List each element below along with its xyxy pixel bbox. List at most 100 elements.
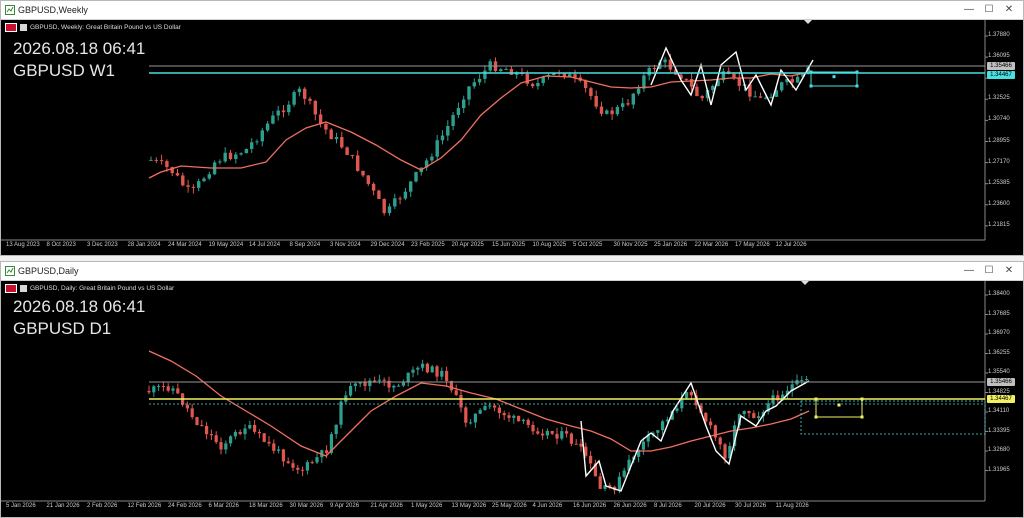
chart-window-icon xyxy=(5,266,15,276)
candle-body xyxy=(325,450,329,453)
date-tick-label: 16 Jun 2026 xyxy=(573,503,607,509)
date-tick-label: 8 Jul 2026 xyxy=(654,503,682,509)
candle-body xyxy=(647,68,651,76)
candle-body xyxy=(175,173,180,176)
daily-symbol-info: GBPUSD, Daily: Great Britain Pound vs US… xyxy=(5,284,174,293)
moving-average-line xyxy=(148,71,810,179)
candle-body xyxy=(353,383,357,387)
candle-body xyxy=(445,370,449,381)
candle-body xyxy=(790,79,794,83)
candle-body xyxy=(718,437,722,445)
candle-body xyxy=(574,443,578,445)
price-tick-label: 1.30740 xyxy=(988,116,1010,123)
candle-body xyxy=(401,382,405,386)
candle-body xyxy=(345,147,349,155)
close-button[interactable]: ✕ xyxy=(1001,3,1017,17)
weekly-price-plot[interactable] xyxy=(1,20,1023,255)
price-tick-label: 1.36255 xyxy=(988,349,1010,356)
candle-body xyxy=(382,198,386,214)
candle-body xyxy=(521,419,525,422)
candle-body xyxy=(234,154,238,160)
candle-body xyxy=(267,441,271,444)
candle-body xyxy=(414,172,418,182)
candle-body xyxy=(483,406,487,410)
candle-body xyxy=(599,106,604,114)
candle-body xyxy=(191,186,196,188)
minimize-button[interactable]: — xyxy=(961,3,977,17)
candle-body xyxy=(361,170,365,176)
candle-body xyxy=(711,85,715,90)
candle-body xyxy=(147,391,151,393)
weekly-chart-area[interactable]: GBPUSD, Weekly: Great Britain Pound vs U… xyxy=(1,20,1023,255)
date-tick-label: 15 Jun 2025 xyxy=(492,242,526,248)
weekly-price-tag: 1.35466 xyxy=(987,62,1015,70)
maximize-button[interactable]: ☐ xyxy=(981,264,997,278)
price-tick-label: 1.37880 xyxy=(988,32,1010,38)
candle-body xyxy=(752,413,756,419)
minimize-button[interactable]: — xyxy=(961,264,977,278)
candle-body xyxy=(368,380,372,387)
candle-body xyxy=(594,96,598,107)
candle-body xyxy=(356,155,360,171)
candle-body xyxy=(195,417,199,426)
close-button[interactable]: ✕ xyxy=(1001,264,1017,278)
candle-body xyxy=(526,419,530,425)
candle-body xyxy=(334,424,338,435)
candle-body xyxy=(504,69,508,71)
candle-body xyxy=(478,409,482,414)
candle-body xyxy=(626,103,630,105)
price-tick-label: 1.33395 xyxy=(988,427,1010,434)
candle-body xyxy=(286,461,290,464)
price-tick-label: 1.32525 xyxy=(988,95,1010,102)
candle-body xyxy=(769,96,773,98)
box-handle xyxy=(860,397,864,401)
box-handle xyxy=(814,397,818,401)
timeframe-icon xyxy=(20,285,27,292)
candle-body xyxy=(795,76,800,83)
candle-body xyxy=(334,137,339,140)
candle-body xyxy=(732,73,736,78)
date-tick-label: 6 Mar 2026 xyxy=(208,503,239,509)
candle-body xyxy=(421,363,425,368)
candle-body xyxy=(186,185,190,187)
date-tick-label: 12 Feb 2026 xyxy=(127,503,162,509)
weekly-symbol-label: GBPUSD W1 xyxy=(13,61,116,80)
price-tick-label: 1.25385 xyxy=(988,179,1010,186)
candle-body xyxy=(303,88,307,99)
weekly-symbol-info: GBPUSD, Weekly: Great Britain Pound vs U… xyxy=(5,23,181,32)
daily-titlebar[interactable]: GBPUSD,Daily — ☐ ✕ xyxy=(1,262,1023,281)
daily-chart-window[interactable]: GBPUSD,Daily — ☐ ✕ GBPUSD, Daily: Great … xyxy=(0,261,1024,518)
date-tick-label: 25 May 2026 xyxy=(492,503,527,509)
candle-body xyxy=(176,388,180,394)
candle-body xyxy=(462,99,466,109)
weekly-titlebar[interactable]: GBPUSD,Weekly — ☐ ✕ xyxy=(1,1,1023,20)
date-tick-label: 24 Mar 2024 xyxy=(168,242,202,248)
candle-body xyxy=(229,436,233,444)
date-tick-label: 2 Feb 2026 xyxy=(87,503,118,509)
candle-body xyxy=(675,408,679,412)
candle-body xyxy=(525,73,529,84)
candle-body xyxy=(615,107,620,115)
price-tick-label: 1.28955 xyxy=(988,137,1010,144)
candle-body xyxy=(171,388,175,391)
candle-body xyxy=(382,379,386,381)
daily-price-plot[interactable] xyxy=(1,281,1023,517)
candle-body xyxy=(265,123,270,131)
candle-body xyxy=(689,392,693,396)
candle-body xyxy=(276,110,280,116)
maximize-button[interactable]: ☐ xyxy=(981,3,997,17)
candle-body xyxy=(472,82,476,87)
candle-body xyxy=(565,431,569,434)
daily-chart-area[interactable]: GBPUSD, Daily: Great Britain Pound vs US… xyxy=(1,281,1023,517)
price-tick-label: 1.38400 xyxy=(988,291,1010,297)
candle-body xyxy=(430,156,434,161)
candle-body xyxy=(281,110,286,113)
date-tick-label: 8 Sep 2024 xyxy=(289,242,321,248)
date-tick-label: 30 Mar 2026 xyxy=(289,503,324,509)
candle-body xyxy=(757,416,761,419)
weekly-chart-window[interactable]: GBPUSD,Weekly — ☐ ✕ GBPUSD, Weekly: Grea… xyxy=(0,0,1024,256)
date-tick-label: 28 Jan 2024 xyxy=(127,242,161,248)
candle-body xyxy=(152,386,156,393)
candle-body xyxy=(605,110,609,114)
candle-body xyxy=(550,431,554,434)
